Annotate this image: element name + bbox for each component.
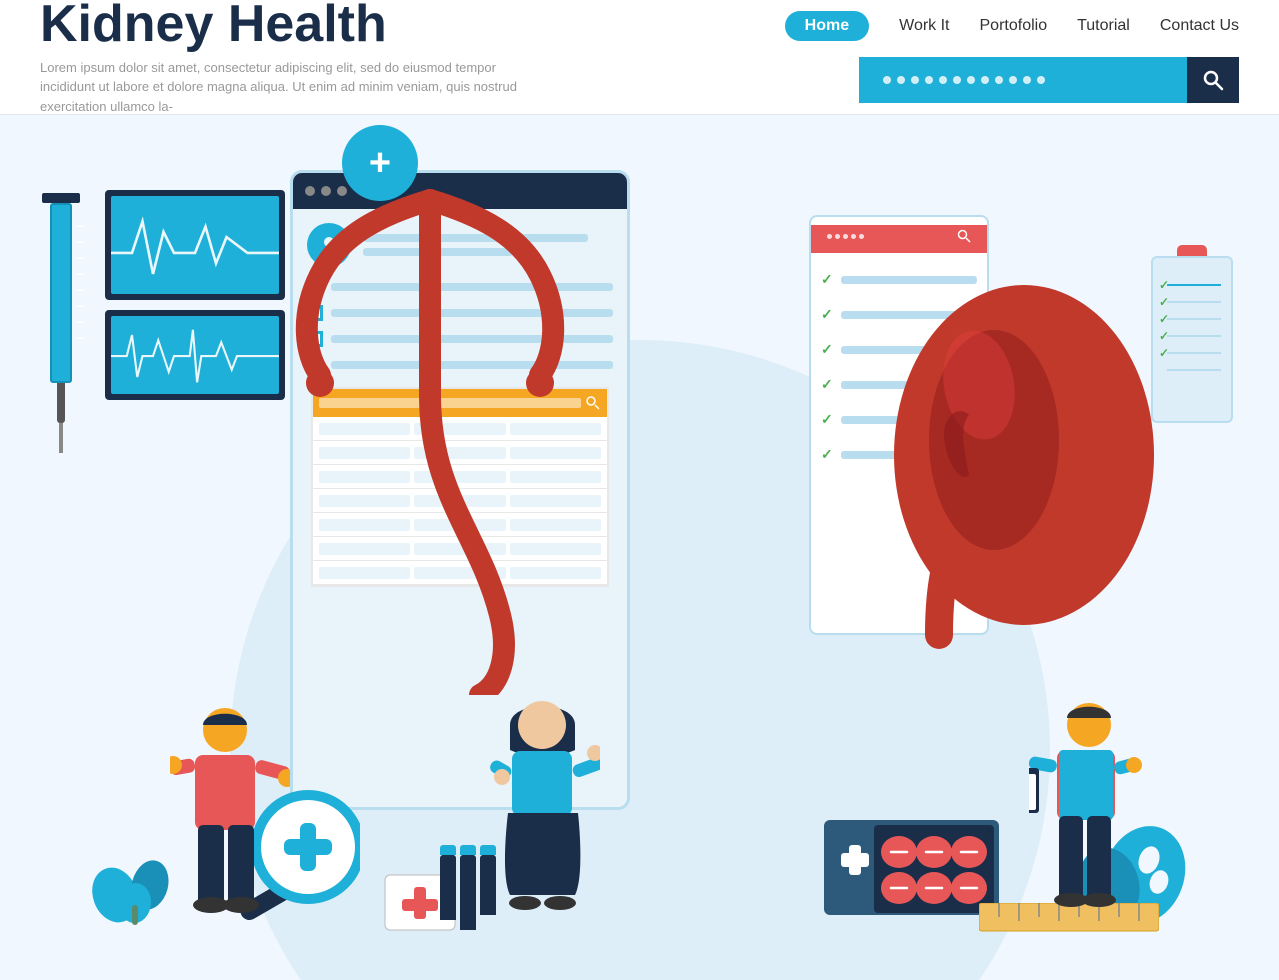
main-content: +	[0, 115, 1279, 980]
search-dot	[981, 76, 989, 84]
search-dot	[851, 234, 856, 239]
monitor-top	[105, 190, 285, 300]
monitor-inner-bottom	[111, 316, 279, 394]
monitor-screens	[105, 190, 285, 400]
medicine-bottles	[440, 855, 496, 930]
search-dot	[953, 76, 961, 84]
svg-text:✓: ✓	[1159, 312, 1169, 326]
svg-text:✓: ✓	[1159, 329, 1169, 343]
bottle-cap	[440, 845, 456, 855]
site-subtitle: Lorem ipsum dolor sit amet, consectetur …	[40, 58, 530, 117]
svg-text:✓: ✓	[1159, 346, 1169, 360]
syringe-plunger	[42, 193, 80, 203]
search-dot	[967, 76, 975, 84]
search-dot	[1037, 76, 1045, 84]
right-search-dots	[827, 234, 951, 239]
search-dot	[843, 234, 848, 239]
nav-item-portfolio[interactable]: Portofolio	[980, 17, 1048, 35]
bottle	[480, 855, 496, 915]
checkmark-icon: ✓	[821, 376, 833, 393]
kidney-illustration	[849, 255, 1169, 680]
bottle	[460, 855, 476, 930]
checkmark-icon: ✓	[821, 341, 833, 358]
person-right-svg	[1029, 700, 1149, 915]
search-dot	[939, 76, 947, 84]
header: Kidney Health Lorem ipsum dolor sit amet…	[0, 0, 1279, 115]
site-title: Kidney Health	[40, 0, 530, 50]
search-dot	[827, 234, 832, 239]
checkmark-icon: ✓	[821, 446, 833, 463]
syringe-mark	[76, 257, 84, 259]
syringe-illustration	[42, 195, 80, 455]
kidney-svg	[849, 255, 1169, 675]
svg-text:✓: ✓	[1159, 278, 1169, 292]
search-dot	[1023, 76, 1031, 84]
search-dot	[925, 76, 933, 84]
right-panel-search	[819, 225, 979, 247]
search-dot	[859, 234, 864, 239]
syringe-mark	[76, 241, 84, 243]
right-panel-header	[811, 225, 987, 253]
search-dot	[995, 76, 1003, 84]
search-dot	[897, 76, 905, 84]
person-right	[1029, 700, 1149, 920]
search-dot	[883, 76, 891, 84]
search-field[interactable]	[859, 57, 1187, 103]
stethoscope-top-circle: +	[342, 125, 418, 201]
bottle-cap	[460, 845, 476, 855]
header-right: Home Work It Portofolio Tutorial Contact…	[785, 11, 1239, 103]
stethoscope-svg	[280, 115, 580, 695]
search-dots	[875, 76, 1053, 84]
search-dot	[911, 76, 919, 84]
checkmark-icon: ✓	[821, 411, 833, 428]
syringe-mark	[76, 273, 84, 275]
person-left	[170, 705, 290, 920]
syringe-markings	[76, 225, 84, 339]
search-dot	[1009, 76, 1017, 84]
nav-item-contact[interactable]: Contact Us	[1160, 17, 1239, 35]
bottle-cap	[480, 845, 496, 855]
nav-item-workit[interactable]: Work It	[899, 17, 949, 35]
nav-item-home[interactable]: Home	[785, 11, 869, 41]
syringe-mark	[76, 321, 84, 323]
medicine-box-svg	[819, 800, 1019, 920]
monitor-inner-top	[111, 196, 279, 294]
clipboard: ✓ ✓ ✓ ✓ ✓	[1147, 245, 1237, 430]
checkmark-icon: ✓	[821, 271, 833, 288]
chart-svg	[111, 196, 279, 294]
svg-text:✓: ✓	[1159, 295, 1169, 309]
syringe-mark	[76, 225, 84, 227]
plus-icon: +	[369, 144, 391, 182]
syringe-tip	[57, 383, 65, 423]
syringe-mark	[76, 289, 84, 291]
search-icon	[1201, 68, 1225, 92]
syringe-mark	[76, 337, 84, 339]
person-mid	[490, 695, 600, 920]
syringe-needle	[59, 423, 63, 453]
person-left-svg	[170, 705, 290, 915]
nav: Home Work It Portofolio Tutorial Contact…	[785, 11, 1239, 41]
syringe-body	[50, 203, 72, 383]
search-button[interactable]	[1187, 57, 1239, 103]
monitor-bottom	[105, 310, 285, 400]
logo-section: Kidney Health Lorem ipsum dolor sit amet…	[40, 0, 530, 116]
panel-search-icon	[957, 229, 971, 243]
checkmark-icon: ✓	[821, 306, 833, 323]
clipboard-svg: ✓ ✓ ✓ ✓ ✓	[1147, 245, 1237, 425]
search-bar	[859, 57, 1239, 103]
nav-item-tutorial[interactable]: Tutorial	[1077, 17, 1130, 35]
bottle	[440, 855, 456, 920]
table-search-icon	[585, 395, 601, 411]
person-mid-svg	[490, 695, 600, 915]
search-dot	[835, 234, 840, 239]
syringe-mark	[76, 305, 84, 307]
ecg-svg	[111, 316, 279, 394]
